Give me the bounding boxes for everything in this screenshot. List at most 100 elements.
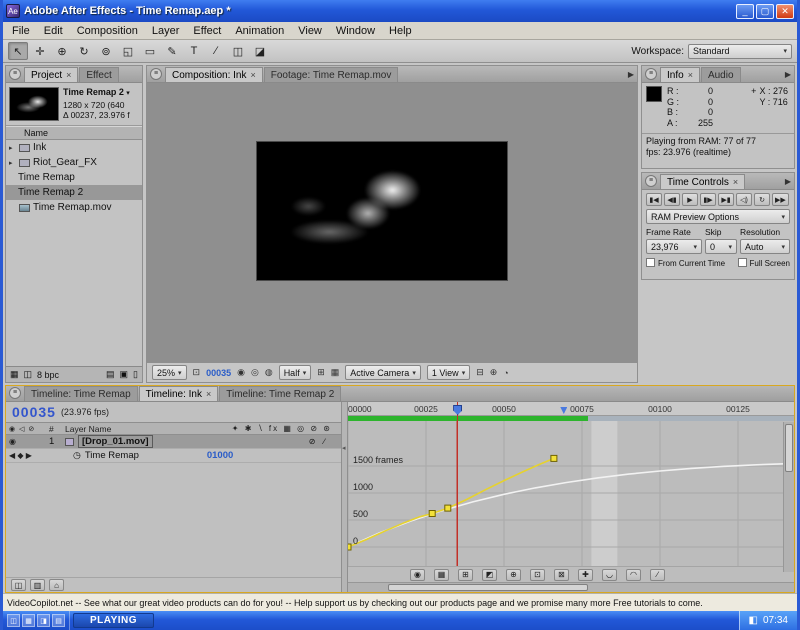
keyframe[interactable] bbox=[348, 543, 352, 551]
safe-margins-icon[interactable]: ⊡ bbox=[193, 367, 201, 378]
quick-launch-1[interactable]: ◫ bbox=[7, 614, 20, 627]
first-frame-button[interactable]: ▮◀ bbox=[646, 193, 662, 206]
scrollbar-thumb[interactable] bbox=[785, 424, 793, 472]
pen-tool[interactable]: ✎ bbox=[162, 42, 182, 60]
auto-zoom-button[interactable]: ⊕ bbox=[506, 568, 521, 581]
show-transform-box-button[interactable]: ⊞ bbox=[458, 568, 473, 581]
menu-composition[interactable]: Composition bbox=[70, 23, 145, 39]
keyframe-navigator[interactable]: ◀ ◆ ▶ bbox=[9, 451, 45, 460]
close-tab-icon[interactable]: × bbox=[250, 70, 255, 80]
easy-ease-button[interactable]: ◡ bbox=[602, 568, 617, 581]
audio-toggle-button[interactable]: ◁) bbox=[736, 193, 752, 206]
panel-menu-icon[interactable]: ≡ bbox=[9, 68, 21, 80]
close-tab-icon[interactable]: × bbox=[206, 389, 211, 399]
timecode-icon[interactable]: ⊟ bbox=[476, 367, 484, 378]
expand-transfer-controls-button[interactable]: ▥ bbox=[30, 579, 45, 591]
scrollbar-thumb[interactable] bbox=[388, 584, 588, 591]
new-folder-icon[interactable]: ▤ bbox=[106, 369, 115, 380]
snapshot-icon[interactable]: ◉ bbox=[237, 367, 245, 378]
menu-animation[interactable]: Animation bbox=[228, 23, 291, 39]
play-button[interactable]: ▶ bbox=[682, 193, 698, 206]
icon-view-icon[interactable]: ◫ bbox=[24, 369, 33, 380]
name-column-header[interactable]: Name bbox=[6, 126, 142, 140]
tray-icon[interactable]: ◧ bbox=[749, 615, 758, 626]
tab-effect-controls[interactable]: Effect bbox=[79, 67, 119, 82]
keyframe[interactable] bbox=[428, 510, 436, 517]
show-snapshot-icon[interactable]: ◎ bbox=[251, 367, 259, 378]
project-item-time-remap-2[interactable]: Time Remap 2 bbox=[6, 185, 512, 360]
layer-name-column-header[interactable]: Layer Name bbox=[65, 424, 111, 434]
expander-icon[interactable]: ▸ bbox=[9, 159, 18, 167]
menu-help[interactable]: Help bbox=[382, 23, 419, 39]
selected-value-graph-curve[interactable] bbox=[348, 457, 555, 548]
layer-name[interactable]: [Drop_01.mov] bbox=[78, 435, 153, 448]
snap-button[interactable]: ◩ bbox=[482, 568, 497, 581]
expand-layer-switches-button[interactable]: ◫ bbox=[11, 579, 26, 591]
zoom-tool[interactable]: ⊕ bbox=[52, 42, 72, 60]
expand-inout-button[interactable]: ⌂ bbox=[49, 579, 64, 591]
panel-menu-icon[interactable]: ≡ bbox=[645, 175, 657, 187]
project-item-time-remap-mov[interactable]: Time Remap.mov bbox=[6, 200, 142, 215]
camera-dropdown[interactable]: Active Camera ▾ bbox=[345, 365, 421, 380]
orbit-camera-tool[interactable]: ⊚ bbox=[96, 42, 116, 60]
eraser-tool[interactable]: ◪ bbox=[250, 42, 270, 60]
tab-info[interactable]: Info × bbox=[660, 67, 700, 82]
type-tool[interactable]: T bbox=[184, 42, 204, 60]
view-layout-dropdown[interactable]: 1 View ▾ bbox=[426, 365, 471, 380]
panel-flyout-icon[interactable]: ▶ bbox=[785, 177, 791, 186]
transparency-grid-icon[interactable]: ▦ bbox=[331, 367, 340, 378]
property-row-time-remap[interactable]: ◀ ◆ ▶ ◷ Time Remap 01000 bbox=[6, 449, 341, 463]
panel-menu-icon[interactable]: ≡ bbox=[645, 68, 657, 80]
easy-ease-in-button[interactable]: ◠ bbox=[626, 568, 641, 581]
edit-keyframes-button[interactable]: ✚ bbox=[578, 568, 593, 581]
project-bit-depth[interactable]: 8 bpc bbox=[37, 370, 59, 380]
tab-audio[interactable]: Audio bbox=[700, 67, 741, 82]
project-item-riot-gear-fx[interactable]: ▸ Riot_Gear_FX bbox=[6, 155, 142, 170]
vertical-scrollbar[interactable] bbox=[783, 422, 794, 572]
from-current-time-checkbox[interactable]: From Current Time bbox=[646, 258, 725, 268]
keyframe[interactable] bbox=[444, 504, 452, 512]
keyframe[interactable] bbox=[550, 454, 558, 462]
resolution-dropdown[interactable]: Half ▾ bbox=[278, 365, 312, 380]
previous-frame-button[interactable]: ◀▮ bbox=[664, 193, 680, 206]
maximize-button[interactable]: ▢ bbox=[756, 3, 774, 19]
frame-rate-dropdown[interactable]: 23,976 ▾ bbox=[646, 239, 702, 254]
brush-tool[interactable]: ∕ bbox=[206, 42, 226, 60]
tab-footage-time-remap[interactable]: Footage: Time Remap.mov bbox=[263, 67, 399, 82]
pixel-aspect-icon[interactable]: ⊕ bbox=[490, 367, 498, 378]
time-ruler[interactable]: 00000 00025 00050 00075 00100 00125 bbox=[348, 402, 794, 416]
region-of-interest-icon[interactable]: ⊞ bbox=[317, 367, 325, 378]
close-tab-icon[interactable]: × bbox=[688, 70, 693, 80]
menu-layer[interactable]: Layer bbox=[145, 23, 187, 39]
menu-view[interactable]: View bbox=[291, 23, 329, 39]
taskbar-button-playing[interactable]: PLAYING bbox=[73, 613, 155, 628]
ram-preview-options-dropdown[interactable]: RAM Preview Options ▾ bbox=[646, 209, 790, 224]
tab-composition-ink[interactable]: Composition: Ink × bbox=[165, 67, 263, 82]
quick-launch-4[interactable]: ▤ bbox=[52, 614, 65, 627]
composition-viewport[interactable] bbox=[147, 83, 637, 362]
exposure-icon[interactable]: ◔ bbox=[503, 368, 508, 378]
panel-flyout-icon[interactable]: ▶ bbox=[628, 70, 634, 79]
panel-flyout-icon[interactable]: ▶ bbox=[785, 70, 791, 79]
graph-type-button[interactable]: ▦ bbox=[434, 568, 449, 581]
close-button[interactable]: ✕ bbox=[776, 3, 794, 19]
quick-launch-3[interactable]: ◨ bbox=[37, 614, 50, 627]
resolution-preview-dropdown[interactable]: Auto ▾ bbox=[740, 239, 790, 254]
layer-color-chip[interactable] bbox=[65, 437, 74, 446]
menu-effect[interactable]: Effect bbox=[186, 23, 228, 39]
horizontal-scrollbar[interactable] bbox=[348, 582, 794, 592]
expander-icon[interactable]: ▸ bbox=[9, 144, 18, 152]
fit-selection-button[interactable]: ⊡ bbox=[530, 568, 545, 581]
trash-icon[interactable]: ▯ bbox=[133, 369, 138, 380]
rotation-tool[interactable]: ↻ bbox=[74, 42, 94, 60]
eye-icon[interactable]: ◉ bbox=[9, 437, 45, 446]
selection-tool[interactable]: ↖ bbox=[8, 42, 28, 60]
menu-edit[interactable]: Edit bbox=[37, 23, 70, 39]
mask-shape-tool[interactable]: ▭ bbox=[140, 42, 160, 60]
property-name[interactable]: Time Remap bbox=[85, 450, 203, 461]
tab-timeline-ink[interactable]: Timeline: Ink × bbox=[138, 386, 219, 401]
close-tab-icon[interactable]: × bbox=[66, 70, 71, 80]
tab-timeline-time-remap[interactable]: Timeline: Time Remap bbox=[24, 386, 138, 401]
full-screen-checkbox[interactable]: Full Screen bbox=[737, 258, 790, 268]
skip-dropdown[interactable]: 0 ▾ bbox=[705, 239, 737, 254]
